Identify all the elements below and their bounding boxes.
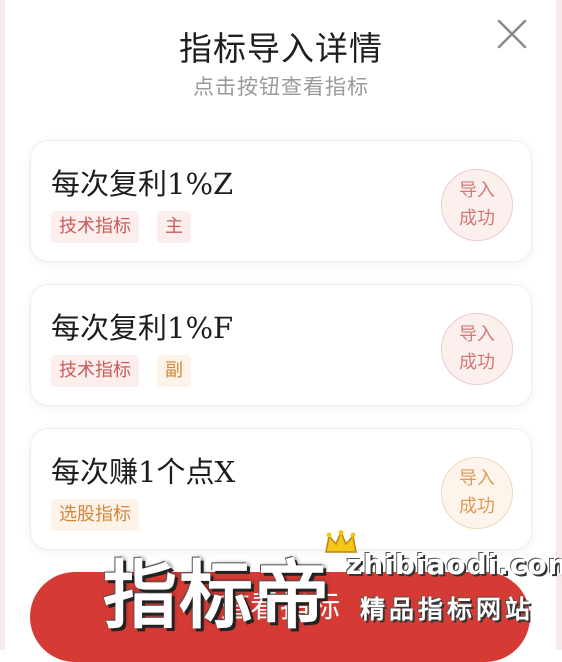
tag-sub: 副 <box>157 355 191 387</box>
status-line-2: 成功 <box>459 352 495 373</box>
dialog-title: 指标导入详情 <box>179 29 383 68</box>
status-line-1: 导入 <box>459 180 495 201</box>
indicator-card[interactable]: 每次复利1%F 技术指标 副 导入 成功 <box>30 284 532 406</box>
indicator-name: 每次复利1%F <box>51 311 234 345</box>
status-badge: 导入 成功 <box>441 457 513 529</box>
indicator-card[interactable]: 每次赚1个点X 选股指标 导入 成功 <box>30 428 532 550</box>
status-badge: 导入 成功 <box>441 169 513 241</box>
dialog-subtitle: 点击按钮查看指标 <box>193 75 369 99</box>
watermark-url: zhibiaodi.com <box>346 548 562 581</box>
status-line-2: 成功 <box>459 208 495 229</box>
tag-technical: 技术指标 <box>51 211 139 243</box>
indicator-name: 每次复利1%Z <box>51 167 234 201</box>
status-line-1: 导入 <box>459 468 495 489</box>
indicator-name: 每次赚1个点X <box>51 455 236 489</box>
tag-main: 主 <box>157 211 191 243</box>
indicator-card[interactable]: 每次复利1%Z 技术指标 主 导入 成功 <box>30 140 532 262</box>
status-line-2: 成功 <box>459 496 495 517</box>
status-line-1: 导入 <box>459 324 495 345</box>
status-badge: 导入 成功 <box>441 313 513 385</box>
close-icon[interactable] <box>490 12 534 56</box>
watermark-brand: 指标帝 <box>103 553 331 639</box>
tag-technical: 技术指标 <box>51 355 139 387</box>
tag-stock-picking: 选股指标 <box>51 499 139 531</box>
watermark-slogan: 精品指标网站 <box>360 595 535 624</box>
